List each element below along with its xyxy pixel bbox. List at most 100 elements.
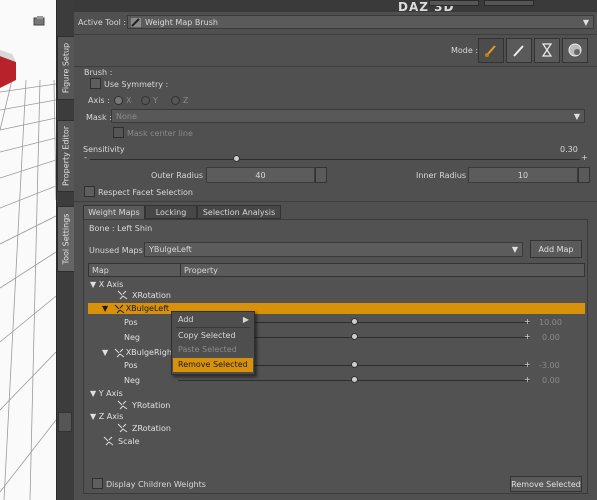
panel-collapse-handle[interactable] bbox=[58, 412, 72, 432]
menu-item-paste-selected: Paste Selected bbox=[173, 343, 253, 357]
tree-row-xbulgeleft[interactable]: ▼ XBulgeLeft bbox=[102, 304, 169, 314]
outer-radius-value: 40 bbox=[255, 171, 266, 180]
gradient-icon[interactable] bbox=[562, 38, 588, 63]
xbulgeleft-pos-label: Pos bbox=[124, 318, 138, 327]
tree-row-scale[interactable]: Scale bbox=[103, 436, 140, 446]
weight-maps-tab-content: Bone : Left Shin Unused Maps : YBulgeLef… bbox=[83, 219, 588, 494]
hourglass-icon[interactable] bbox=[534, 38, 560, 63]
sensitivity-plus: + bbox=[581, 153, 588, 162]
xrotation-label: XRotation bbox=[132, 291, 171, 300]
zrotation-label: ZRotation bbox=[132, 424, 171, 433]
tree-row-z-axis[interactable]: ▼ Z Axis bbox=[90, 412, 123, 421]
tab-weight-maps[interactable]: Weight Maps bbox=[83, 205, 145, 219]
top-button-2[interactable] bbox=[484, 0, 534, 6]
brush-section-label: Brush : bbox=[84, 68, 113, 77]
outer-radius-slider-button[interactable] bbox=[315, 167, 327, 183]
axis-z-radio[interactable] bbox=[171, 96, 180, 105]
tree-row-yrotation[interactable]: YRotation bbox=[117, 400, 170, 410]
viewport[interactable] bbox=[0, 0, 56, 500]
submenu-arrow-icon: ▶ bbox=[242, 315, 249, 324]
xbulgeright-neg-value: 0.00 bbox=[542, 376, 560, 385]
use-symmetry-label: Use Symmetry : bbox=[104, 80, 169, 89]
bone-icon bbox=[114, 304, 125, 314]
bone-icon bbox=[103, 436, 114, 446]
sensitivity-track[interactable] bbox=[90, 159, 580, 160]
add-map-button[interactable]: Add Map bbox=[530, 240, 582, 258]
display-children-checkbox[interactable] bbox=[92, 478, 103, 489]
inner-radius-field[interactable]: 10 bbox=[468, 167, 578, 183]
tab-property-editor[interactable]: Property Editor bbox=[57, 120, 75, 192]
tree-row-xrotation[interactable]: XRotation bbox=[117, 290, 171, 300]
bone-label: Bone : Left Shin bbox=[89, 224, 153, 233]
menu-item-add[interactable]: Add ▶ bbox=[173, 313, 253, 327]
table-header: Map Property bbox=[88, 263, 585, 277]
xbulgeleft-neg-label: Neg bbox=[124, 333, 140, 342]
use-symmetry-checkbox[interactable] bbox=[90, 78, 101, 89]
menu-item-copy-selected[interactable]: Copy Selected bbox=[173, 329, 253, 343]
tab-figure-setup[interactable]: Figure Setup bbox=[57, 36, 75, 100]
top-strip: DAZ 3D bbox=[74, 0, 597, 14]
tab-locking[interactable]: Locking bbox=[145, 205, 197, 219]
tab-figure-setup-label: Figure Setup bbox=[61, 42, 71, 94]
inner-radius-value: 10 bbox=[517, 171, 529, 180]
axis-y-radio[interactable] bbox=[141, 96, 150, 105]
xbulgeright-neg-handle[interactable] bbox=[351, 376, 358, 383]
axis-x-radio[interactable] bbox=[114, 96, 123, 105]
xbulgeright-pos-value: -3.00 bbox=[539, 361, 560, 370]
menu-item-remove-selected[interactable]: Remove Selected bbox=[173, 358, 253, 372]
brush-paint-icon[interactable] bbox=[478, 38, 504, 63]
active-tool-value: Weight Map Brush bbox=[145, 18, 218, 27]
tool-settings-panel: Active Tool : Weight Map Brush ▼ Mode : … bbox=[74, 12, 597, 500]
bone-icon bbox=[117, 290, 128, 300]
column-map[interactable]: Map bbox=[92, 266, 109, 275]
sensitivity-slider-handle[interactable] bbox=[233, 155, 240, 162]
tree-row-x-axis[interactable]: ▼ X Axis bbox=[90, 280, 123, 289]
mask-center-line-checkbox[interactable] bbox=[113, 127, 124, 138]
xbulgeright-pos-handle[interactable] bbox=[351, 361, 358, 368]
top-button-1[interactable] bbox=[429, 0, 479, 6]
bone-icon bbox=[117, 400, 128, 410]
add-map-label: Add Map bbox=[538, 245, 574, 254]
xbulgeleft-pos-handle[interactable] bbox=[351, 318, 358, 325]
respect-facet-checkbox[interactable] bbox=[84, 186, 95, 197]
tab-selection-analysis[interactable]: Selection Analysis bbox=[197, 205, 281, 219]
axis-z-label: Z bbox=[183, 96, 189, 105]
brush-stroke-icon[interactable] bbox=[506, 38, 532, 63]
outer-radius-field[interactable]: 40 bbox=[206, 167, 315, 183]
menu-item-paste-label: Paste Selected bbox=[178, 345, 237, 354]
sensitivity-value: 0.30 bbox=[560, 145, 578, 154]
axis-label: Axis : bbox=[88, 96, 110, 105]
context-menu: Add ▶ Copy Selected Paste Selected Remov… bbox=[171, 311, 255, 375]
mask-dropdown[interactable]: None ▼ bbox=[111, 109, 585, 123]
tree-row-y-axis[interactable]: ▼ Y Axis bbox=[90, 389, 123, 398]
axis-y-label: Y bbox=[153, 96, 158, 105]
inner-radius-label: Inner Radius : bbox=[416, 171, 472, 180]
unused-maps-dropdown[interactable]: YBulgeLeft ▼ bbox=[144, 242, 523, 257]
mode-label: Mode : bbox=[451, 46, 479, 55]
viewport-camera-icon[interactable] bbox=[33, 15, 47, 27]
column-property[interactable]: Property bbox=[184, 266, 218, 275]
mask-center-line-label: Mask center line bbox=[127, 129, 193, 138]
tree-row-xbulgeright[interactable]: ▼ XBulgeRight bbox=[102, 348, 175, 358]
xbulgeleft-neg-plus: + bbox=[524, 332, 531, 341]
xbulgeleft-neg-handle[interactable] bbox=[351, 333, 358, 340]
chevron-down-icon: ▼ bbox=[573, 112, 580, 121]
inner-radius-slider-button[interactable] bbox=[578, 167, 590, 183]
tab-tool-settings[interactable]: Tool Settings bbox=[57, 206, 75, 272]
active-tool-dropdown[interactable]: Weight Map Brush ▼ bbox=[127, 15, 594, 29]
tab-locking-label: Locking bbox=[155, 208, 187, 217]
remove-selected-button[interactable]: Remove Selected bbox=[510, 476, 582, 492]
xbulgeleft-label: XBulgeLeft bbox=[125, 304, 170, 313]
x-axis-label: X Axis bbox=[98, 280, 124, 289]
xbulgeleft-neg-value: 0.00 bbox=[542, 333, 560, 342]
tab-tool-settings-label: Tool Settings bbox=[61, 213, 71, 265]
remove-selected-label: Remove Selected bbox=[511, 480, 581, 489]
tab-property-editor-label: Property Editor bbox=[61, 125, 71, 187]
xbulgeright-pos-label: Pos bbox=[124, 361, 138, 370]
xbulgeright-neg-plus: + bbox=[524, 375, 531, 384]
weight-map-brush-icon bbox=[129, 16, 143, 30]
xbulgeleft-pos-value: 10.00 bbox=[539, 318, 562, 327]
xbulgeright-pos-plus: + bbox=[524, 360, 531, 369]
tree-row-zrotation[interactable]: ZRotation bbox=[117, 423, 171, 433]
yrotation-label: YRotation bbox=[132, 401, 171, 410]
